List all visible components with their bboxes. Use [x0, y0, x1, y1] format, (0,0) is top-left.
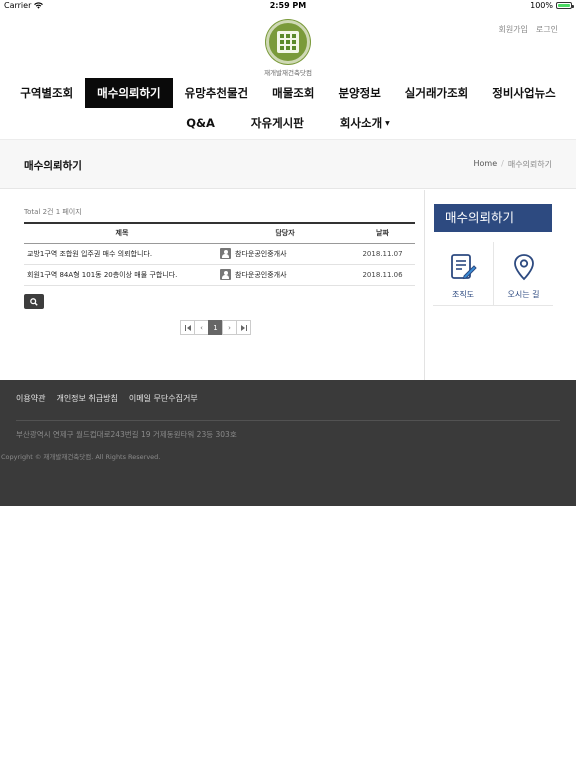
board-total-count: Total 2건 1 페이지: [24, 208, 82, 216]
row-date: 2018.11.07: [350, 243, 415, 265]
nav-item-recommended[interactable]: 유망추천물건: [173, 78, 260, 108]
search-icon: [30, 297, 38, 306]
last-page-icon: [240, 324, 247, 331]
row-date: 2018.11.06: [350, 264, 415, 286]
search-button[interactable]: [24, 294, 44, 309]
nav-item-free-board[interactable]: 자유게시판: [233, 109, 322, 137]
sidebar-links: 조직도 오시는 길: [433, 242, 553, 306]
battery-percent: 100%: [530, 1, 553, 10]
table-row[interactable]: 회원1구역 84A형 101동 20층이상 매물 구합니다. 참다운공인중개사 …: [24, 264, 415, 286]
column-header-agent: 담당자: [220, 222, 350, 244]
main-nav-row-2: Q&A 자유게시판 회사소개 ▼: [0, 109, 576, 137]
breadcrumb-current: 매수의뢰하기: [507, 160, 552, 169]
breadcrumb-home[interactable]: Home: [474, 159, 498, 170]
sidebar-link-directions-label: 오시는 길: [507, 290, 540, 299]
nav-item-listings[interactable]: 매물조회: [260, 78, 326, 108]
next-page-button[interactable]: ›: [222, 320, 237, 335]
footer-link-privacy[interactable]: 개인정보 취급방침: [56, 393, 117, 404]
first-page-icon: [184, 324, 191, 331]
table-row[interactable]: 교방1구역 조합원 입주권 매수 의뢰합니다. 참다운공인중개사 2018.11…: [24, 243, 415, 265]
breadcrumb-separator: /: [501, 159, 504, 168]
sidebar-title: 매수의뢰하기: [434, 204, 552, 232]
nav-item-qna[interactable]: Q&A: [168, 109, 233, 137]
edit-document-icon: [451, 254, 477, 280]
row-agent: 참다운공인중개사: [220, 265, 350, 286]
battery-icon: [556, 2, 574, 9]
person-icon: [220, 248, 231, 259]
last-page-button[interactable]: [236, 320, 251, 335]
column-header-subject: 제목: [24, 222, 220, 244]
nav-item-purchase-request[interactable]: 매수의뢰하기: [85, 78, 173, 108]
board-table: 제목 담당자 날짜 교방1구역 조합원 입주권 매수 의뢰합니다. 참다운공인중…: [24, 222, 415, 286]
footer-link-terms[interactable]: 이용약관: [16, 393, 45, 404]
footer-links: 이용약관 개인정보 취급방침 이메일 무단수집거부: [16, 393, 198, 404]
signup-link[interactable]: 회원가입: [498, 24, 527, 35]
status-time: 2:59 PM: [269, 1, 307, 10]
logo-text: 재개발재건축닷컴: [264, 69, 312, 77]
main-nav-row-1: 구역별조회 매수의뢰하기 유망추천물건 매물조회 분양정보 실거래가조회 정비사…: [0, 78, 576, 108]
board-content: Total 2건 1 페이지 제목 담당자 날짜 교방1구역 조합원 입주권 매…: [0, 190, 424, 380]
nav-item-company-label: 회사소개: [339, 116, 383, 130]
sidebar-link-directions[interactable]: 오시는 길: [493, 242, 553, 306]
map-pin-icon: [513, 254, 534, 281]
site-footer: 이용약관 개인정보 취급방침 이메일 무단수집거부 부산광역시 연제구 월드컵대…: [0, 380, 576, 506]
table-header-row: 제목 담당자 날짜: [24, 222, 415, 244]
site-logo[interactable]: 재개발재건축닷컴: [264, 20, 312, 77]
row-agent-name: 참다운공인중개사: [235, 249, 287, 258]
footer-divider: [16, 420, 560, 421]
auth-links: 회원가입 로그인: [498, 24, 558, 35]
first-page-button[interactable]: [180, 320, 195, 335]
row-agent: 참다운공인중개사: [220, 244, 350, 265]
battery-status: 100%: [530, 1, 574, 10]
nav-item-real-price[interactable]: 실거래가조회: [393, 78, 480, 108]
logo-seal-icon: [266, 20, 310, 64]
footer-link-email-policy[interactable]: 이메일 무단수집거부: [129, 393, 198, 404]
nav-item-news[interactable]: 정비사업뉴스: [480, 78, 567, 108]
sidebar-link-org-chart-label: 조직도: [451, 290, 475, 299]
page-header-band: 매수의뢰하기 Home / 매수의뢰하기: [0, 139, 576, 189]
prev-page-button[interactable]: ‹: [194, 320, 209, 335]
nav-item-area-search[interactable]: 구역별조회: [8, 78, 85, 108]
breadcrumb: Home / 매수의뢰하기: [474, 159, 553, 170]
sidebar: 매수의뢰하기 조직도 오시는 길: [424, 190, 576, 380]
caret-down-icon: ▼: [385, 119, 390, 127]
login-link[interactable]: 로그인: [536, 24, 558, 35]
footer-address: 부산광역시 연제구 월드컵대로243번길 19 거제동원타워 23등 303호: [16, 430, 237, 439]
row-subject-link[interactable]: 교방1구역 조합원 입주권 매수 의뢰합니다.: [24, 243, 220, 265]
page-1-button[interactable]: 1: [208, 320, 223, 335]
footer-copyright: Copyright © 재개발재건축닷컴. All Rights Reserve…: [1, 453, 161, 461]
row-subject-link[interactable]: 회원1구역 84A형 101동 20층이상 매물 구합니다.: [24, 264, 220, 286]
page-title: 매수의뢰하기: [24, 160, 82, 172]
status-bar: Carrier 2:59 PM 100%: [0, 0, 576, 12]
column-header-date: 날짜: [350, 222, 415, 244]
sidebar-link-org-chart[interactable]: 조직도: [433, 242, 493, 306]
nav-item-company[interactable]: 회사소개 ▼: [322, 109, 408, 137]
nav-item-presale[interactable]: 분양정보: [326, 78, 392, 108]
pagination: ‹ 1 ›: [180, 320, 251, 335]
row-agent-name: 참다운공인중개사: [235, 270, 287, 279]
person-icon: [220, 269, 231, 280]
